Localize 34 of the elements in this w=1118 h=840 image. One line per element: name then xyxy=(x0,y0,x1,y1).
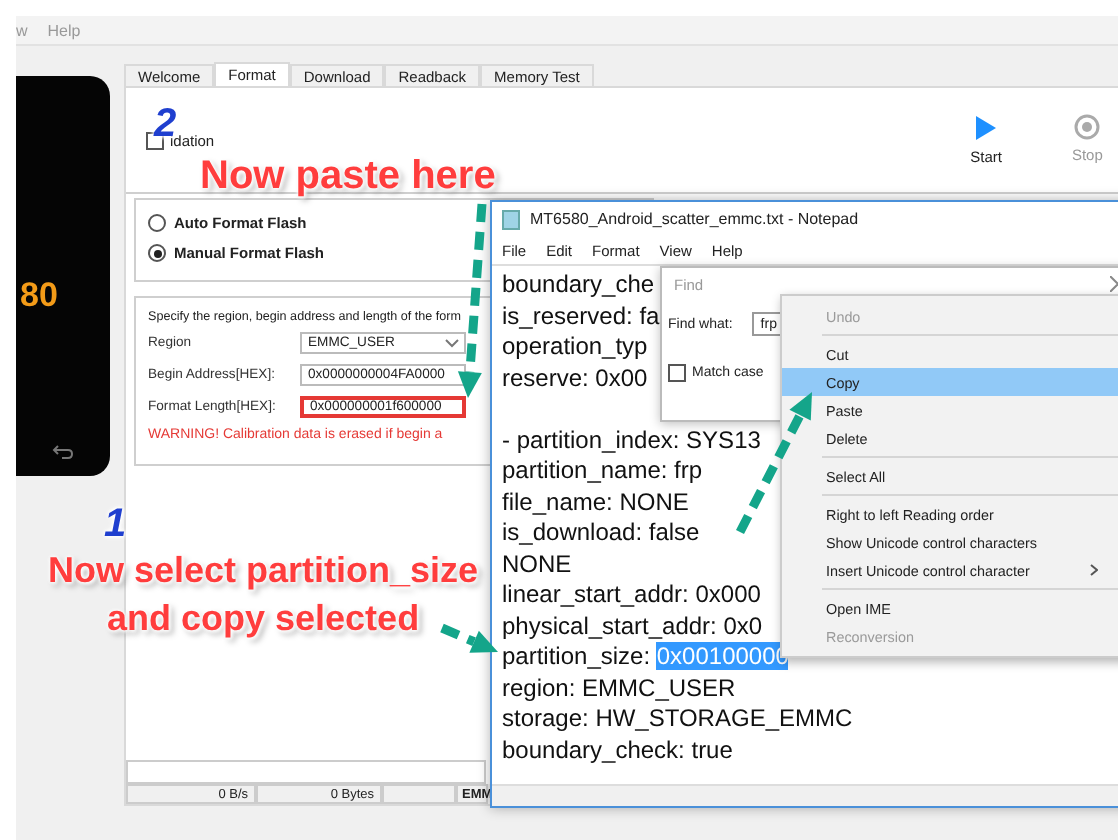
text-line: partition_name: frp xyxy=(502,456,703,484)
annotation-text: Now select partition_size and copy selected xyxy=(48,548,479,642)
text-line: physical_start_addr: 0x0 xyxy=(502,611,763,639)
status-cell xyxy=(382,784,456,804)
radio-button[interactable] xyxy=(148,244,166,262)
play-icon xyxy=(974,114,999,142)
selected-text: 0x00100000 xyxy=(656,642,789,670)
horizontal-scrollbar[interactable] xyxy=(492,784,1118,806)
checkbox[interactable] xyxy=(146,132,164,150)
phone-display: 80 xyxy=(18,276,58,316)
chevron-icon xyxy=(1090,564,1098,576)
stop-icon xyxy=(1074,114,1101,140)
text-line: boundary_che xyxy=(502,270,655,298)
caret-icon xyxy=(444,337,460,349)
back-icon xyxy=(52,444,74,460)
text-line: boundary_check: true xyxy=(502,735,733,763)
notepad-icon xyxy=(502,209,520,229)
annotation-text: Now paste here xyxy=(200,152,496,202)
text-line: file_name: NONE xyxy=(502,487,689,515)
text-line: is_reserved: fa xyxy=(502,301,660,329)
text-line: storage: HW_STORAGE_EMMC xyxy=(502,704,853,732)
window-title: MT6580_Android_scatter_emmc.txt - Notepad xyxy=(530,210,859,228)
step-number: 1 xyxy=(104,504,127,544)
text-line: partition_size: xyxy=(502,642,653,670)
text-line: region: EMMC_USER xyxy=(502,673,736,701)
text-line: NONE xyxy=(502,549,572,577)
text-line: reserve: 0x00 xyxy=(502,363,648,391)
arrow xyxy=(440,623,498,653)
text-line: is_download: false xyxy=(502,518,700,546)
radio-button[interactable] xyxy=(148,214,166,232)
text-line: linear_start_addr: 0x000 xyxy=(502,580,761,608)
text-line: - partition_index: SYS13 xyxy=(502,425,761,453)
text-line: operation_typ xyxy=(502,332,648,360)
checkbox[interactable] xyxy=(668,364,686,382)
